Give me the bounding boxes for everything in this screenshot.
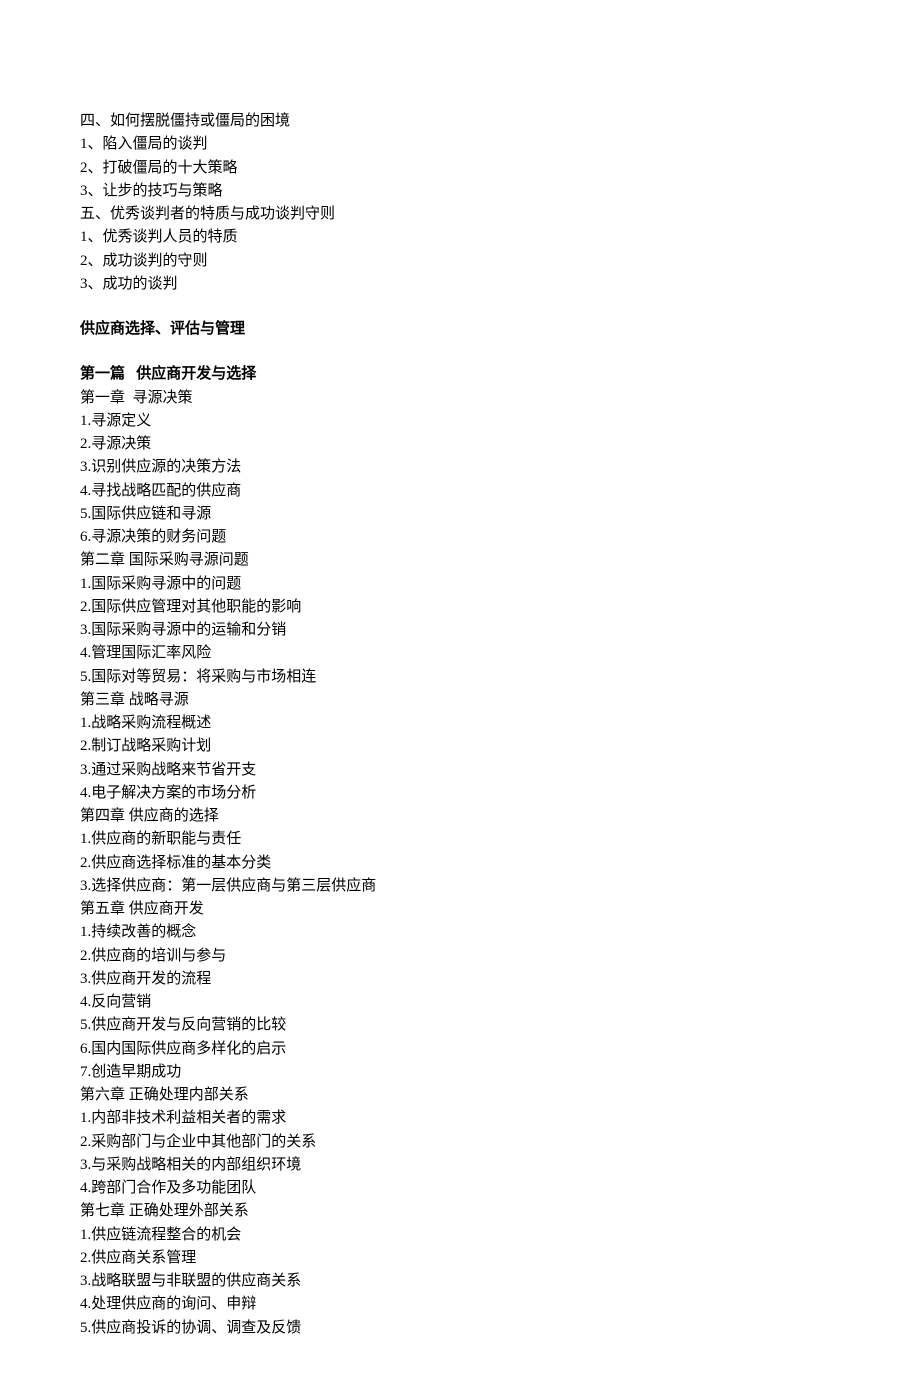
text-line: 1.持续改善的概念 [80,921,840,944]
text-line: 2.供应商选择标准的基本分类 [80,852,840,875]
section-heading: 供应商选择、评估与管理 [80,318,840,341]
text-line: 五、优秀谈判者的特质与成功谈判守则 [80,203,840,226]
text-line: 3、成功的谈判 [80,273,840,296]
text-line: 5.国际对等贸易：将采购与市场相连 [80,666,840,689]
text-line: 第三章 战略寻源 [80,689,840,712]
blank-line [80,341,840,363]
text-line: 2.采购部门与企业中其他部门的关系 [80,1131,840,1154]
text-line: 2.供应商的培训与参与 [80,945,840,968]
text-line: 3.战略联盟与非联盟的供应商关系 [80,1270,840,1293]
text-line: 1、陷入僵局的谈判 [80,133,840,156]
text-line: 1.国际采购寻源中的问题 [80,573,840,596]
text-line: 4.处理供应商的询问、申辩 [80,1293,840,1316]
text-line: 第六章 正确处理内部关系 [80,1084,840,1107]
text-line: 1、优秀谈判人员的特质 [80,226,840,249]
text-line: 第二章 国际采购寻源问题 [80,549,840,572]
text-line: 3.供应商开发的流程 [80,968,840,991]
text-line: 1.寻源定义 [80,410,840,433]
text-line: 3.通过采购战略来节省开支 [80,759,840,782]
text-line: 5.供应商开发与反向营销的比较 [80,1014,840,1037]
text-line: 3、让步的技巧与策略 [80,180,840,203]
text-line: 1.供应链流程整合的机会 [80,1224,840,1247]
text-line: 4.反向营销 [80,991,840,1014]
text-line: 第一章 寻源决策 [80,387,840,410]
text-line: 2.寻源决策 [80,433,840,456]
text-line: 2.制订战略采购计划 [80,735,840,758]
text-line: 4.管理国际汇率风险 [80,642,840,665]
document-content: 四、如何摆脱僵持或僵局的困境 1、陷入僵局的谈判 2、打破僵局的十大策略 3、让… [80,110,840,1340]
blank-line [80,296,840,318]
text-line: 3.国际采购寻源中的运输和分销 [80,619,840,642]
text-line: 7.创造早期成功 [80,1061,840,1084]
text-line: 2、成功谈判的守则 [80,250,840,273]
text-line: 2.供应商关系管理 [80,1247,840,1270]
text-line: 5.供应商投诉的协调、调查及反馈 [80,1317,840,1340]
text-line: 第七章 正确处理外部关系 [80,1200,840,1223]
text-line: 6.寻源决策的财务问题 [80,526,840,549]
text-line: 3.与采购战略相关的内部组织环境 [80,1154,840,1177]
text-line: 4.寻找战略匹配的供应商 [80,480,840,503]
text-line: 5.国际供应链和寻源 [80,503,840,526]
text-line: 2、打破僵局的十大策略 [80,157,840,180]
text-line: 1.内部非技术利益相关者的需求 [80,1107,840,1130]
section-heading: 第一篇 供应商开发与选择 [80,363,840,386]
text-line: 6.国内国际供应商多样化的启示 [80,1038,840,1061]
text-line: 1.供应商的新职能与责任 [80,828,840,851]
text-line: 2.国际供应管理对其他职能的影响 [80,596,840,619]
text-line: 第五章 供应商开发 [80,898,840,921]
text-line: 4.跨部门合作及多功能团队 [80,1177,840,1200]
text-line: 1.战略采购流程概述 [80,712,840,735]
text-line: 第四章 供应商的选择 [80,805,840,828]
text-line: 3.选择供应商：第一层供应商与第三层供应商 [80,875,840,898]
text-line: 四、如何摆脱僵持或僵局的困境 [80,110,840,133]
text-line: 4.电子解决方案的市场分析 [80,782,840,805]
text-line: 3.识别供应源的决策方法 [80,456,840,479]
